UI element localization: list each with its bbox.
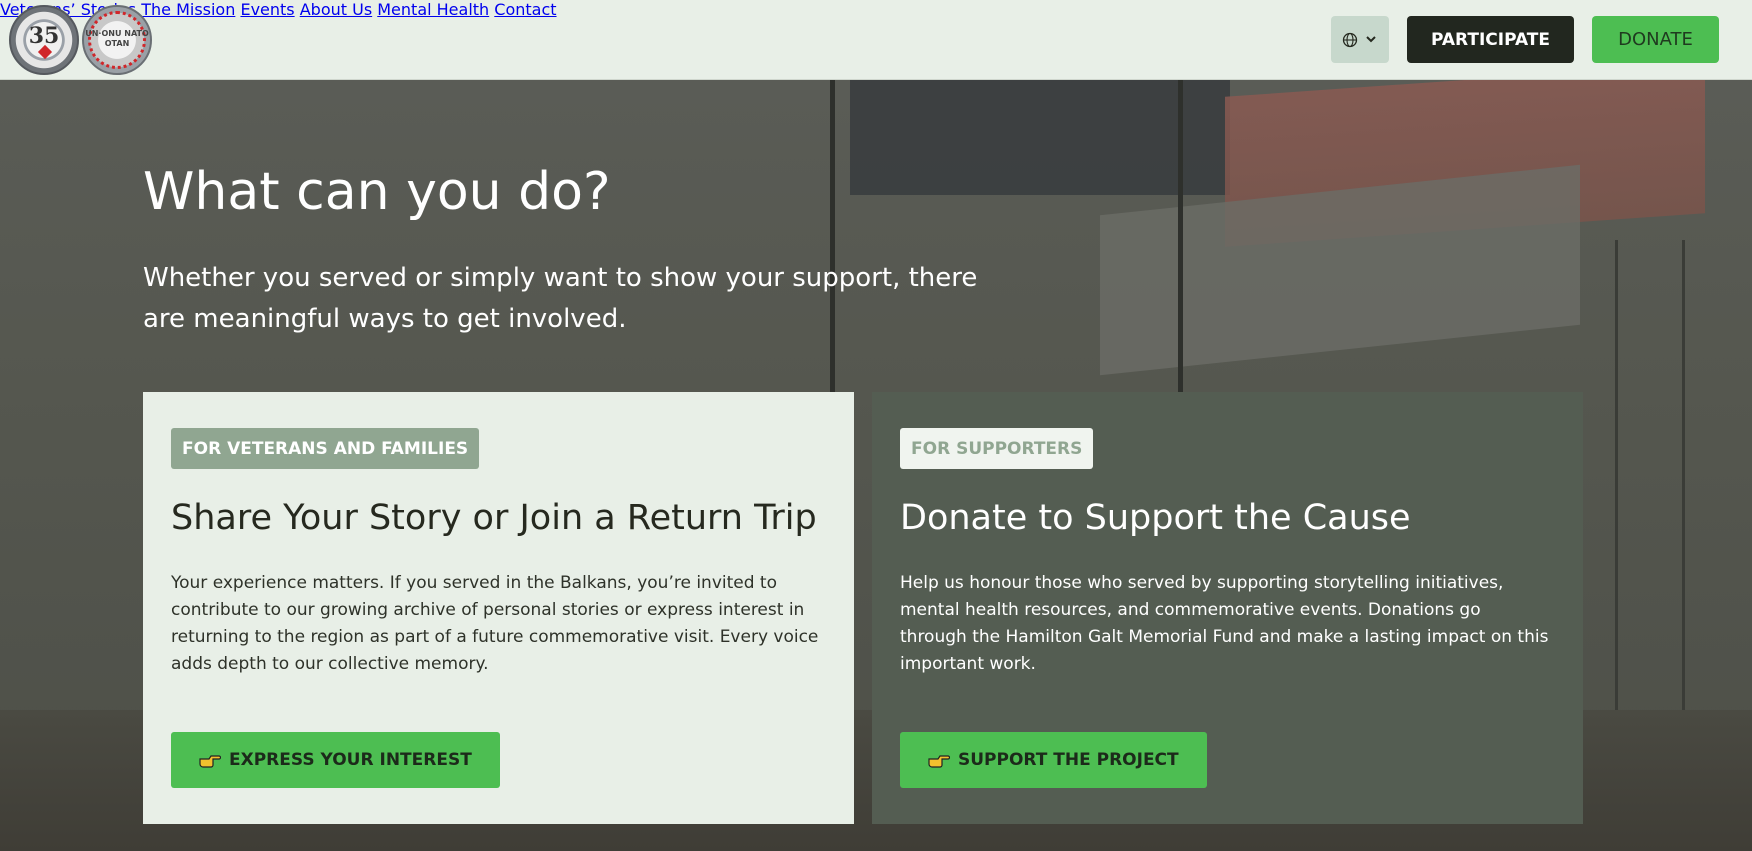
chevron-down-icon: [1366, 36, 1376, 43]
veterans-card-title: Share Your Story or Join a Return Trip: [171, 498, 817, 538]
pointing-hand-icon: [199, 755, 221, 768]
nav-contact[interactable]: Contact: [494, 0, 556, 19]
supporters-card-title: Donate to Support the Cause: [900, 498, 1411, 538]
veterans-card-body: Your experience matters. If you served i…: [171, 573, 819, 674]
globe-icon: [1342, 32, 1358, 48]
supporters-card: FOR SUPPORTERS Donate to Support the Cau…: [872, 392, 1583, 824]
site-header: 35 UN·ONU NATO OTAN Veterans’ Stories Th…: [0, 0, 1752, 80]
veterans-badge: FOR VETERANS AND FAMILIES: [171, 428, 480, 469]
participate-button[interactable]: PARTICIPATE: [1407, 16, 1574, 63]
nav-mental-health[interactable]: Mental Health: [377, 0, 489, 19]
supporters-card-body: Help us honour those who served by suppo…: [900, 573, 1549, 674]
express-interest-button[interactable]: EXPRESS YOUR INTEREST: [171, 732, 500, 788]
background-flag-dark: [850, 80, 1230, 195]
flag-pole: [830, 80, 835, 400]
anniversary-logo[interactable]: 35: [9, 5, 79, 75]
express-interest-label: EXPRESS YOUR INTEREST: [229, 750, 472, 770]
pointing-hand-icon: [928, 755, 950, 768]
background-flag-white: [1100, 164, 1580, 376]
support-project-label: SUPPORT THE PROJECT: [958, 750, 1179, 770]
nav-about-us[interactable]: About Us: [300, 0, 372, 19]
page-title: What can you do?: [143, 162, 611, 222]
supporters-badge: FOR SUPPORTERS: [900, 428, 1094, 469]
nav-the-mission[interactable]: The Mission: [141, 0, 235, 19]
nav-events[interactable]: Events: [240, 0, 294, 19]
language-selector[interactable]: [1331, 16, 1389, 63]
flag-pole: [1178, 80, 1183, 400]
veterans-card: FOR VETERANS AND FAMILIES Share Your Sto…: [143, 392, 854, 824]
support-project-button[interactable]: SUPPORT THE PROJECT: [900, 732, 1207, 788]
donate-button[interactable]: DONATE: [1592, 16, 1719, 63]
page-subtitle: Whether you served or simply want to sho…: [143, 263, 978, 334]
un-nato-logo-text: UN·ONU NATO OTAN: [85, 29, 149, 48]
un-nato-logo[interactable]: UN·ONU NATO OTAN: [82, 5, 152, 75]
